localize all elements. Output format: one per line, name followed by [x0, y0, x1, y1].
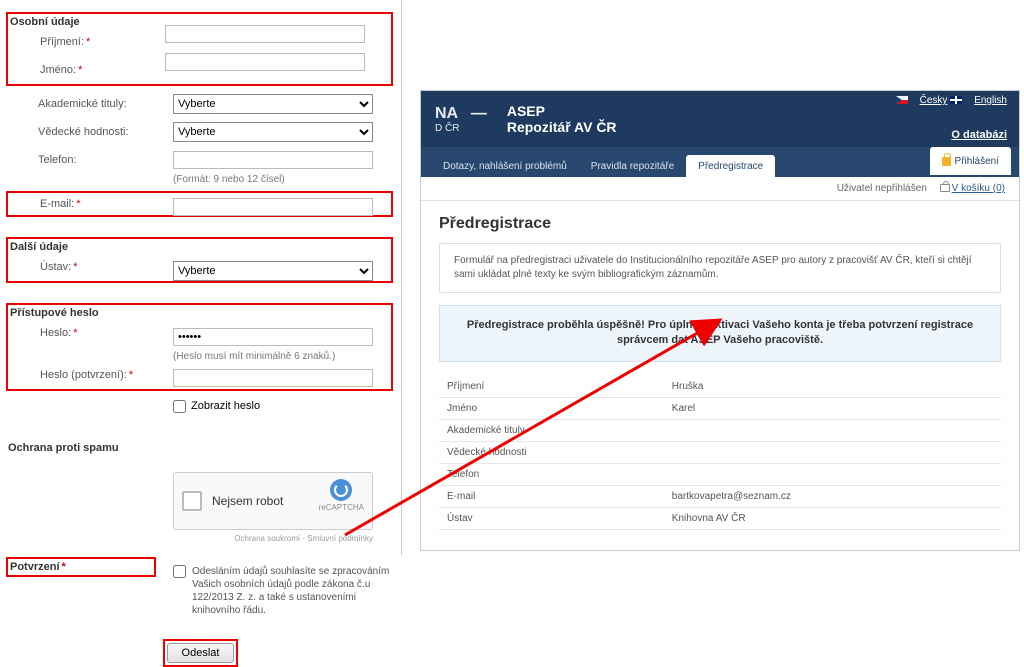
table-row: Akademické tituly	[439, 419, 1001, 441]
result-table: PříjmeníHruška JménoKarel Akademické tit…	[439, 376, 1001, 530]
cart-link[interactable]: V košíku (0)	[940, 183, 1005, 194]
email-input[interactable]	[173, 198, 373, 216]
success-message: Předregistrace proběhla úspěšně! Pro úpl…	[439, 305, 1001, 362]
lang-cs-link[interactable]: Česky	[920, 95, 948, 106]
phone-input[interactable]	[173, 151, 373, 169]
academic-titles-label: Akademické tituly:	[8, 98, 173, 110]
recaptcha-widget[interactable]: Nejsem robot reCAPTCHA	[173, 472, 373, 530]
recaptcha-label: Nejsem robot	[212, 494, 283, 508]
table-row: E-mailbartkovapetra@seznam.cz	[439, 485, 1001, 507]
confirm-highlight: Potvrzení*	[6, 557, 156, 577]
tabs-bar: Dotazy, nahlášení problémů Pravidla repo…	[421, 147, 1019, 177]
spam-section-label: Ochrana proti spamu	[8, 442, 393, 454]
institute-select[interactable]: Vyberte	[173, 261, 373, 281]
description-box: Formulář na předregistraci uživatele do …	[439, 243, 1001, 293]
table-row: Telefon	[439, 463, 1001, 485]
phone-hint: (Formát: 9 nebo 12 čísel)	[173, 174, 393, 185]
password-section-label: Přístupové heslo	[10, 307, 389, 319]
header-app-title: ASEP Repozitář AV ČR	[507, 103, 617, 135]
consent-text: Odesláním údajů souhlasíte se zpracování…	[192, 565, 393, 617]
password-confirm-input[interactable]	[173, 369, 373, 387]
tab-login[interactable]: Přihlášení	[930, 147, 1011, 175]
academic-titles-select[interactable]: Vyberte	[173, 94, 373, 114]
tab-preregistration[interactable]: Předregistrace	[686, 155, 775, 177]
password-input[interactable]	[173, 328, 373, 346]
scientific-ranks-select[interactable]: Vyberte	[173, 122, 373, 142]
user-status-bar: Uživatel nepřihlášen V košíku (0)	[421, 177, 1019, 201]
flag-cz-icon	[896, 96, 908, 104]
recaptcha-terms: Ochrana soukromí - Smluvní podmínky	[173, 534, 373, 543]
show-password-checkbox[interactable]	[173, 400, 186, 413]
phone-label: Telefon:	[8, 154, 173, 166]
login-status-text: Uživatel nepřihlášen	[837, 183, 927, 194]
show-password-label: Zobrazit heslo	[191, 400, 260, 412]
surname-input[interactable]	[165, 25, 365, 43]
tab-issues[interactable]: Dotazy, nahlášení problémů	[431, 155, 579, 177]
table-row: Vědecké hodnosti	[439, 441, 1001, 463]
submit-button[interactable]: Odeslat	[167, 643, 235, 663]
recaptcha-icon	[330, 479, 352, 501]
lang-en-link[interactable]: English	[974, 95, 1007, 106]
table-row: JménoKarel	[439, 397, 1001, 419]
scientific-ranks-label: Vědecké hodnosti:	[8, 126, 173, 138]
table-row: PříjmeníHruška	[439, 376, 1001, 398]
about-database-link[interactable]: O databázi	[951, 129, 1007, 141]
header-left-title: NA — D ČR	[435, 105, 487, 134]
registration-form-panel: Osobní údaje Příjmení:* Jméno:* Akademic…	[0, 0, 402, 555]
language-links: Česky English	[896, 95, 1007, 106]
consent-checkbox[interactable]	[173, 565, 186, 578]
recaptcha-checkbox[interactable]	[182, 491, 202, 511]
other-section-label: Další údaje	[10, 241, 389, 253]
repository-header: Česky English NA — D ČR ASEP Repozitář A…	[421, 91, 1019, 147]
confirm-label: Potvrzení*	[10, 561, 152, 573]
content-area: Předregistrace Formulář na předregistrac…	[421, 201, 1019, 550]
tab-rules[interactable]: Pravidla repozitáře	[579, 155, 686, 177]
lock-icon	[942, 157, 951, 166]
table-row: ÚstavKnihovna AV ČR	[439, 507, 1001, 529]
repository-result-panel: Česky English NA — D ČR ASEP Repozitář A…	[420, 90, 1020, 551]
recaptcha-logo: reCAPTCHA	[319, 479, 364, 512]
submit-highlight: Odeslat	[163, 639, 239, 667]
firstname-input[interactable]	[165, 53, 365, 71]
flag-en-icon	[950, 96, 962, 104]
password-hint: (Heslo musí mít minimálně 6 znaků.)	[173, 351, 393, 362]
cart-icon	[940, 184, 950, 192]
page-title: Předregistrace	[439, 215, 1001, 233]
